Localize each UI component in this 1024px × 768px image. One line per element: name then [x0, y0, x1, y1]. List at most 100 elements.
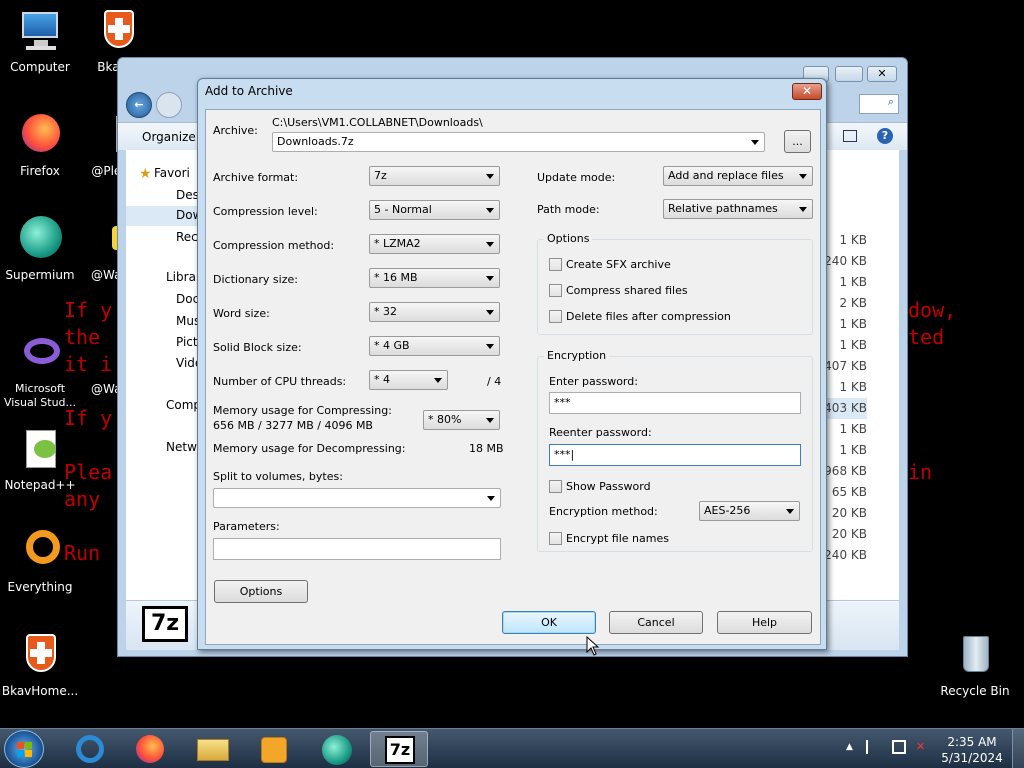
delete-checkbox[interactable]: Delete files after compression — [549, 310, 731, 323]
desktop-icon-supermium[interactable]: Supermium — [0, 216, 80, 282]
media-player-icon — [261, 737, 287, 763]
background-text: Run — [64, 541, 101, 565]
checkbox-icon — [549, 480, 562, 493]
desktop-icon-label: BkavHome... — [1, 684, 79, 698]
dialog-close-button[interactable]: ✕ — [792, 83, 822, 100]
clock-date: 5/31/2024 — [941, 751, 1003, 765]
background-text: in — [908, 460, 933, 484]
archive-name-combo[interactable]: Downloads.7z — [272, 132, 765, 152]
reenter-password-input[interactable]: ***| — [549, 444, 801, 466]
start-button[interactable] — [4, 730, 44, 768]
tray-chevron-icon[interactable]: ▲ — [846, 742, 853, 752]
star-icon: ★ — [139, 166, 152, 182]
background-text: Plea any — [64, 460, 113, 511]
dict-select[interactable]: * 16 MB — [369, 268, 500, 288]
nav-pictures[interactable]: Pict — [176, 335, 198, 349]
mem-comp-label: Memory usage for Compressing: — [213, 404, 392, 417]
7z-logo-icon: 7z — [142, 606, 188, 642]
firefox-icon — [16, 112, 64, 160]
taskbar-supermium[interactable] — [308, 731, 366, 767]
taskbar-7zip[interactable]: 7z — [370, 731, 428, 767]
nav-computer[interactable]: Comp — [166, 398, 201, 412]
clock[interactable]: 2:35 AM 5/31/2024 — [940, 734, 1004, 766]
password-input[interactable]: *** — [549, 392, 801, 414]
background-text: dow, ted — [908, 298, 957, 349]
network-icon[interactable] — [892, 740, 906, 754]
preview-pane-icon[interactable] — [843, 130, 857, 142]
forward-arrow-icon[interactable] — [156, 92, 182, 118]
nav-documents[interactable]: Doc — [176, 292, 199, 306]
close-button[interactable]: ✕ — [867, 66, 897, 82]
split-label: Split to volumes, bytes: — [213, 470, 343, 483]
taskbar-ie[interactable] — [62, 731, 120, 767]
taskbar-explorer[interactable] — [184, 731, 242, 767]
add-to-archive-dialog: Add to Archive ✕ Archive: C:\Users\VM1.C… — [197, 78, 827, 650]
flag-icon[interactable] — [866, 740, 878, 754]
desktop-icon-computer[interactable]: Computer — [0, 8, 80, 74]
chevron-down-icon — [751, 140, 759, 145]
mem-pct-select[interactable]: * 80% — [423, 410, 500, 430]
organize-menu[interactable]: Organize — [142, 130, 196, 144]
options-button[interactable]: Options — [214, 580, 308, 603]
clock-time: 2:35 AM — [947, 735, 997, 749]
solid-select[interactable]: * 4 GB — [369, 336, 500, 356]
desktop-icon-recycle-bin[interactable]: Recycle Bin — [935, 632, 1015, 698]
format-select[interactable]: 7z — [369, 166, 500, 186]
split-combo[interactable] — [213, 488, 501, 508]
threads-select[interactable]: * 4 — [369, 370, 448, 390]
back-arrow-icon[interactable]: ← — [126, 92, 152, 118]
path-select[interactable]: Relative pathnames — [663, 199, 813, 219]
desktop-icon-label: Computer — [10, 60, 70, 74]
enc-method-label: Encryption method: — [549, 505, 658, 518]
word-label: Word size: — [213, 307, 270, 320]
chevron-down-icon — [486, 344, 494, 349]
desktop-icon-firefox[interactable]: Firefox — [0, 112, 80, 178]
cancel-button[interactable]: Cancel — [609, 611, 703, 634]
sfx-checkbox[interactable]: Create SFX archive — [549, 258, 671, 271]
dialog-body: Archive: C:\Users\VM1.COLLABNET\Download… — [205, 109, 821, 645]
chevron-down-icon — [799, 174, 807, 179]
browse-button[interactable]: ... — [784, 130, 811, 153]
maximize-button[interactable] — [835, 66, 863, 82]
notepadpp-icon — [16, 426, 64, 474]
bkav-shield-icon — [16, 632, 64, 680]
level-select[interactable]: 5 - Normal — [369, 200, 500, 220]
nav-favorites[interactable]: Favori — [154, 166, 190, 180]
help-icon[interactable]: ? — [877, 128, 893, 144]
taskbar-firefox[interactable] — [122, 731, 180, 767]
chevron-down-icon — [486, 310, 494, 315]
method-select[interactable]: * LZMA2 — [369, 234, 500, 254]
dialog-title: Add to Archive — [205, 84, 293, 98]
show-password-checkbox[interactable]: Show Password — [549, 480, 651, 493]
internet-explorer-icon — [76, 735, 104, 763]
show-desktop-button[interactable] — [1012, 729, 1024, 768]
chevron-down-icon — [486, 174, 494, 179]
options-group-title: Options — [544, 232, 593, 245]
encrypt-names-checkbox[interactable]: Encrypt file names — [549, 532, 669, 545]
dict-label: Dictionary size: — [213, 273, 298, 286]
chevron-down-icon — [486, 242, 494, 247]
shared-checkbox[interactable]: Compress shared files — [549, 284, 688, 297]
desktop-icon-label: Everything — [7, 580, 73, 594]
mouse-cursor-icon — [586, 636, 600, 656]
taskbar-media[interactable] — [245, 731, 303, 767]
ok-button[interactable]: OK — [502, 611, 596, 634]
threads-label: Number of CPU threads: — [213, 375, 347, 388]
taskbar: 7z ▲ ✕ 2:35 AM 5/31/2024 — [0, 728, 1024, 768]
params-input[interactable] — [213, 538, 501, 560]
help-button[interactable]: Help — [717, 611, 812, 634]
search-icon[interactable]: ⌕ — [859, 94, 899, 114]
update-select[interactable]: Add and replace files — [663, 166, 813, 186]
enc-method-select[interactable]: AES-256 — [699, 501, 800, 521]
volume-muted-icon[interactable]: ✕ — [916, 740, 930, 754]
visual-studio-icon — [16, 330, 64, 378]
word-select[interactable]: * 32 — [369, 302, 500, 322]
archive-label: Archive: — [213, 124, 258, 137]
method-label: Compression method: — [213, 239, 335, 252]
mem-decomp-label: Memory usage for Decompressing: — [213, 442, 406, 455]
chevron-down-icon — [487, 496, 495, 501]
desktop-icon-bkavhome[interactable]: BkavHome... — [0, 632, 80, 698]
checkbox-icon — [549, 284, 562, 297]
chevron-down-icon — [486, 276, 494, 281]
firefox-icon — [136, 735, 164, 763]
